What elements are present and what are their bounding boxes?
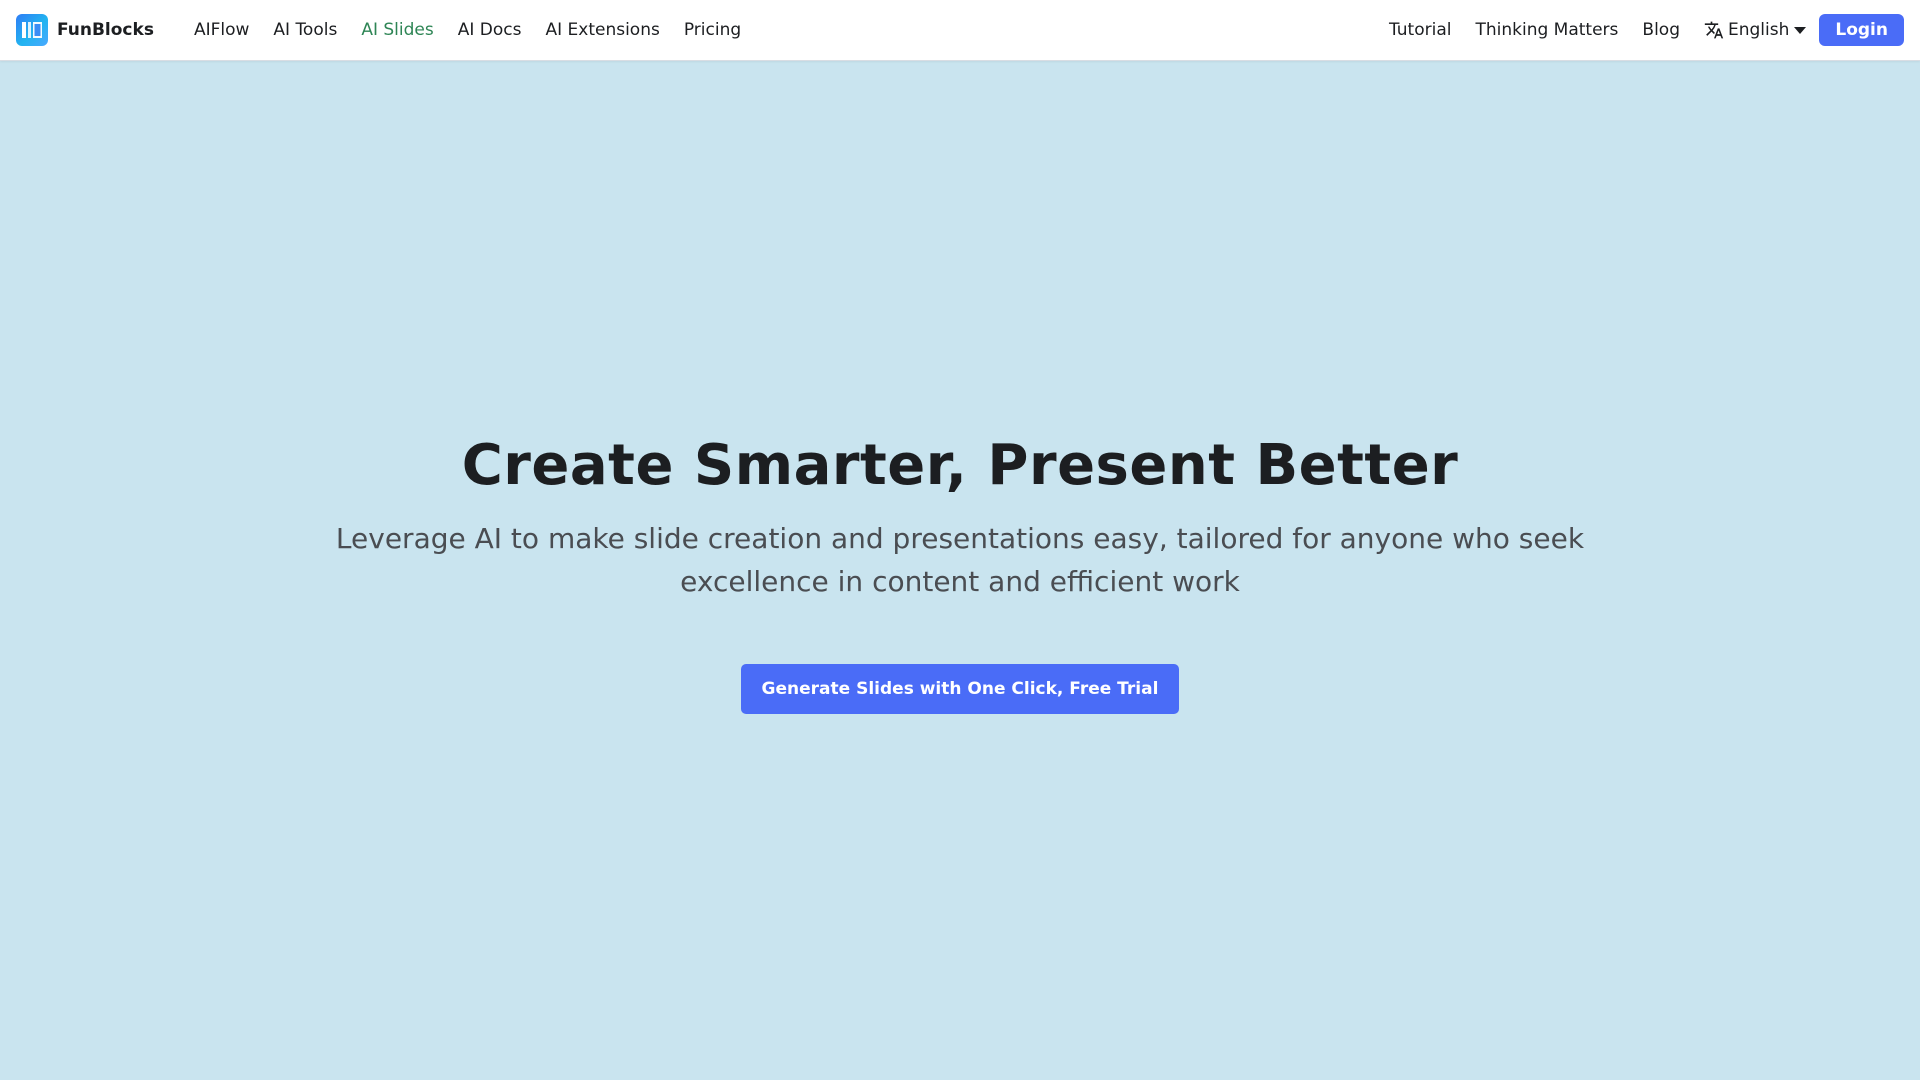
nav-item-pricing[interactable]: Pricing (672, 0, 753, 60)
brand-name: FunBlocks (57, 20, 154, 40)
nav-item-thinking-matters[interactable]: Thinking Matters (1463, 0, 1630, 60)
hero-section: Create Smarter, Present Better Leverage … (0, 61, 1920, 1080)
nav-right-group: Tutorial Thinking Matters Blog English L… (1377, 0, 1904, 60)
hero-title: Create Smarter, Present Better (461, 433, 1459, 498)
generate-slides-button[interactable]: Generate Slides with One Click, Free Tri… (741, 664, 1179, 714)
hero-subtitle: Leverage AI to make slide creation and p… (335, 522, 1585, 598)
nav-item-ai-extensions[interactable]: AI Extensions (533, 0, 671, 60)
language-selector[interactable]: English (1692, 20, 1818, 40)
top-navbar: FunBlocks AIFlow AI Tools AI Slides AI D… (0, 0, 1920, 61)
nav-item-ai-slides[interactable]: AI Slides (349, 0, 445, 60)
nav-item-ai-docs[interactable]: AI Docs (446, 0, 534, 60)
translate-icon (1704, 20, 1724, 40)
login-button[interactable]: Login (1819, 14, 1904, 46)
nav-item-blog[interactable]: Blog (1630, 0, 1692, 60)
nav-item-ai-tools[interactable]: AI Tools (261, 0, 349, 60)
nav-item-aiflow[interactable]: AIFlow (182, 0, 261, 60)
language-label: English (1727, 20, 1790, 40)
nav-item-tutorial[interactable]: Tutorial (1377, 0, 1464, 60)
nav-left-group: AIFlow AI Tools AI Slides AI Docs AI Ext… (182, 0, 753, 60)
brand-link[interactable]: FunBlocks (16, 14, 154, 46)
funblocks-logo-icon (16, 14, 48, 46)
caret-down-icon (1794, 26, 1807, 34)
